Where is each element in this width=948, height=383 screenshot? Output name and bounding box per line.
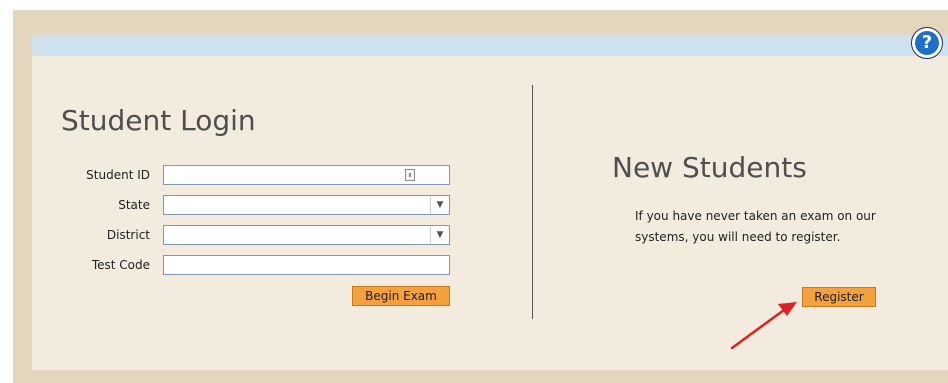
student-login-title: Student Login xyxy=(61,104,256,137)
test-code-input[interactable] xyxy=(164,258,449,276)
state-select[interactable]: ▼ xyxy=(163,195,450,215)
student-id-field[interactable] xyxy=(163,165,450,186)
question-circle-icon: ? xyxy=(915,31,939,55)
chevron-down-icon[interactable]: ▼ xyxy=(430,226,449,244)
state-label: State xyxy=(118,198,150,212)
district-label: District xyxy=(106,228,150,242)
register-button[interactable]: Register xyxy=(802,287,876,307)
begin-exam-button[interactable]: Begin Exam xyxy=(352,286,450,306)
new-students-description: If you have never taken an exam on our s… xyxy=(635,209,876,244)
district-select[interactable]: ▼ xyxy=(163,225,450,245)
new-students-title: New Students xyxy=(612,151,807,184)
id-card-icon xyxy=(405,169,415,181)
section-divider xyxy=(532,85,533,319)
panel-header-band xyxy=(32,35,948,56)
chevron-down-icon[interactable]: ▼ xyxy=(430,196,449,214)
test-code-field[interactable] xyxy=(163,255,450,276)
test-code-label: Test Code xyxy=(91,258,150,272)
help-button[interactable]: ? xyxy=(911,27,943,59)
student-id-label: Student ID xyxy=(86,168,150,182)
